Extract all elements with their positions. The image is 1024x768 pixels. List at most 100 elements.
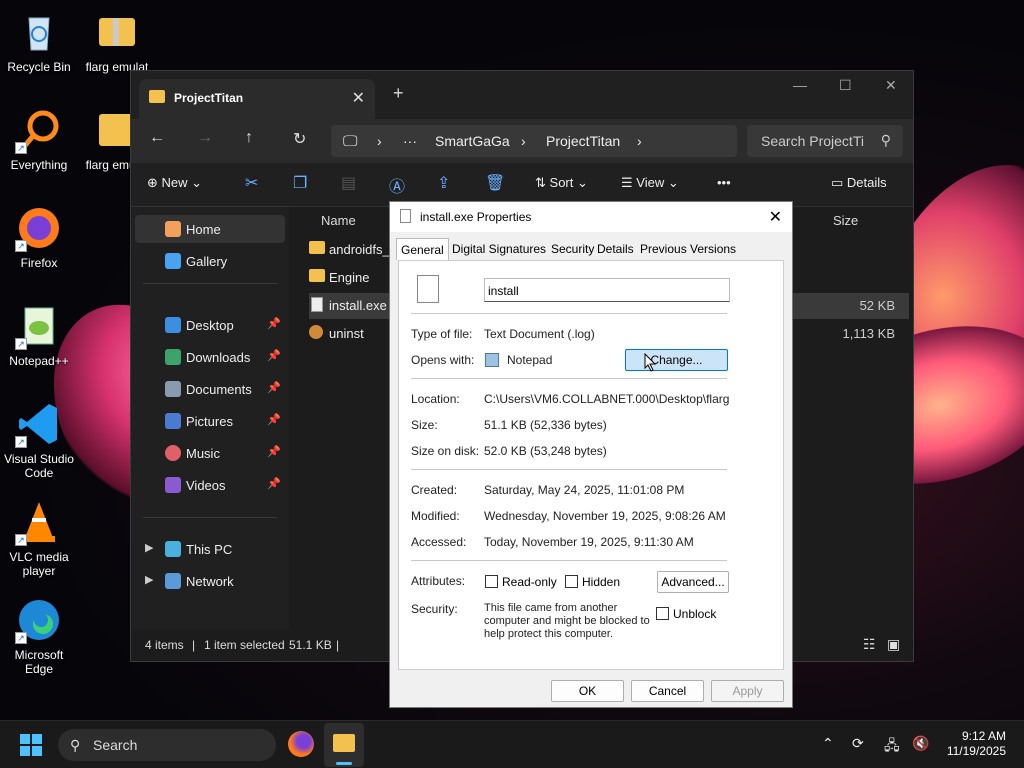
security-text: This file came from another computer and…: [484, 602, 650, 640]
tab-details[interactable]: Details: [593, 238, 638, 260]
sidebar-item-pictures[interactable]: Pictures 📌: [135, 407, 285, 435]
sidebar-item-music[interactable]: Music 📌: [135, 439, 285, 467]
sidebar-item-this-pc[interactable]: ▶ This PC: [135, 535, 285, 563]
more-options-button[interactable]: •••: [717, 175, 731, 190]
desktop-icon-recycle-bin[interactable]: Recycle Bin: [0, 8, 78, 74]
chevron-right-icon[interactable]: ▶: [145, 573, 153, 586]
pin-icon[interactable]: 📌: [267, 349, 281, 362]
new-button[interactable]: ⊕ New ⌄: [147, 175, 202, 191]
title-bar: ProjectTitan ✕ + — ☐ ✕: [131, 71, 913, 119]
refresh-icon[interactable]: ↻: [293, 129, 306, 149]
cancel-button[interactable]: Cancel: [631, 680, 704, 702]
sidebar-item-documents[interactable]: Documents 📌: [135, 375, 285, 403]
change-button[interactable]: Change...: [625, 349, 728, 371]
apply-button[interactable]: Apply: [711, 680, 784, 702]
delete-icon[interactable]: 🗑: [485, 173, 505, 193]
advanced-button[interactable]: Advanced...: [657, 571, 729, 593]
breadcrumb-projecttitan[interactable]: ProjectTitan: [546, 133, 620, 149]
pin-icon[interactable]: 📌: [267, 477, 281, 490]
close-tab-icon[interactable]: ✕: [352, 88, 365, 108]
maximize-button[interactable]: ☐: [839, 77, 852, 94]
new-label: New: [161, 175, 188, 190]
new-tab-button[interactable]: +: [393, 83, 404, 104]
details-view-icon[interactable]: ☷: [863, 636, 876, 653]
tab-previous-versions[interactable]: Previous Versions: [636, 238, 740, 260]
document-icon: [400, 209, 411, 223]
column-header-name[interactable]: Name: [321, 213, 356, 228]
back-arrow-icon[interactable]: ←: [149, 129, 165, 147]
pin-icon[interactable]: 📌: [267, 381, 281, 394]
clock[interactable]: 9:12 AM 11/19/2025: [947, 729, 1006, 759]
sidebar-item-downloads[interactable]: Downloads 📌: [135, 343, 285, 371]
speaker-muted-icon[interactable]: 🔇: [912, 735, 929, 752]
column-header-size[interactable]: Size: [833, 213, 858, 228]
shortcut-arrow-icon: ↗: [15, 338, 27, 350]
close-window-button[interactable]: ✕: [885, 77, 897, 94]
active-indicator: [336, 762, 352, 765]
address-bar[interactable]: 🖵 › ··· SmartGaGa › ProjectTitan ›: [331, 125, 737, 157]
opens-with-value: Notepad: [507, 353, 553, 367]
shortcut-arrow-icon: ↗: [15, 534, 27, 546]
file-name: androidfs_7: [329, 242, 397, 257]
sidebar-item-network[interactable]: ▶ Network: [135, 567, 285, 595]
sidebar-item-label: Pictures: [186, 414, 233, 429]
documents-icon: [165, 381, 181, 397]
desktop-icon-notepadpp[interactable]: ↗ Notepad++: [0, 302, 78, 368]
security-label: Security:: [411, 602, 458, 616]
file-name-field[interactable]: install: [484, 278, 730, 302]
tab-general[interactable]: General: [396, 238, 449, 260]
pin-icon[interactable]: 📌: [267, 317, 281, 330]
pin-icon[interactable]: 📌: [267, 445, 281, 458]
unblock-checkbox[interactable]: [656, 607, 669, 620]
sidebar-item-gallery[interactable]: Gallery: [135, 247, 285, 275]
forward-arrow-icon[interactable]: →: [197, 129, 213, 147]
windows-start-icon[interactable]: [20, 734, 42, 756]
close-dialog-icon[interactable]: ✕: [769, 207, 782, 227]
details-button[interactable]: ▭ Details: [831, 175, 887, 191]
pin-icon[interactable]: 📌: [267, 413, 281, 426]
tab-security[interactable]: Security: [547, 238, 598, 260]
minimize-button[interactable]: —: [793, 77, 807, 93]
separator: [411, 313, 727, 314]
paste-icon[interactable]: ▤: [341, 173, 356, 193]
breadcrumb-more[interactable]: ···: [403, 133, 417, 149]
readonly-checkbox[interactable]: [485, 575, 498, 588]
firefox-icon: ↗: [15, 204, 63, 252]
tab-projecttitan[interactable]: ProjectTitan ✕: [139, 79, 375, 119]
sidebar-item-videos[interactable]: Videos 📌: [135, 471, 285, 499]
chevron-right-icon[interactable]: ▶: [145, 541, 153, 554]
ok-button[interactable]: OK: [551, 680, 624, 702]
desktop-icon-vlc[interactable]: ↗ VLC media player: [0, 498, 78, 578]
desktop-icon-vscode[interactable]: ↗ Visual Studio Code: [0, 400, 78, 480]
sort-label: Sort: [549, 175, 574, 190]
share-icon[interactable]: ⇪: [437, 173, 450, 193]
home-icon: [165, 221, 181, 237]
sync-alert-icon[interactable]: ⟳: [852, 735, 864, 752]
taskbar-search[interactable]: ⚲ Search: [58, 729, 276, 761]
tab-digital-signatures[interactable]: Digital Signatures: [448, 238, 550, 260]
desktop-icon-firefox[interactable]: ↗ Firefox: [0, 204, 78, 270]
sidebar-item-desktop[interactable]: Desktop 📌: [135, 311, 285, 339]
explorer-taskbar-button[interactable]: [324, 723, 364, 767]
network-icon[interactable]: 🖧: [884, 735, 900, 759]
gallery-icon: [165, 253, 181, 269]
chevron-up-icon[interactable]: ⌃: [822, 735, 834, 752]
cut-icon[interactable]: ✂: [245, 173, 258, 193]
desktop-icon-everything[interactable]: ↗ Everything: [0, 106, 78, 172]
hidden-checkbox[interactable]: [565, 575, 578, 588]
general-panel: install Type of file: Text Document (.lo…: [398, 260, 784, 670]
search-box[interactable]: Search ProjectTi ⚲: [747, 125, 903, 157]
tiles-view-icon[interactable]: ▣: [887, 636, 900, 653]
desktop-icon-flarg-zip[interactable]: flarg emulat: [78, 8, 156, 74]
everything-icon: ↗: [15, 106, 63, 154]
sidebar-item-home[interactable]: Home: [135, 215, 285, 243]
view-button[interactable]: ☰ View ⌄: [621, 175, 679, 191]
rename-icon[interactable]: Ⓐ: [389, 173, 405, 197]
desktop-icon-edge[interactable]: ↗ Microsoft Edge: [0, 596, 78, 676]
firefox-taskbar-icon[interactable]: [288, 731, 314, 757]
notepadpp-icon: ↗: [15, 302, 63, 350]
breadcrumb-smartgaga[interactable]: SmartGaGa: [435, 133, 510, 149]
up-arrow-icon[interactable]: ↑: [245, 129, 253, 147]
sort-button[interactable]: ⇅ Sort ⌄: [535, 175, 588, 191]
copy-icon[interactable]: ❐: [293, 173, 307, 193]
